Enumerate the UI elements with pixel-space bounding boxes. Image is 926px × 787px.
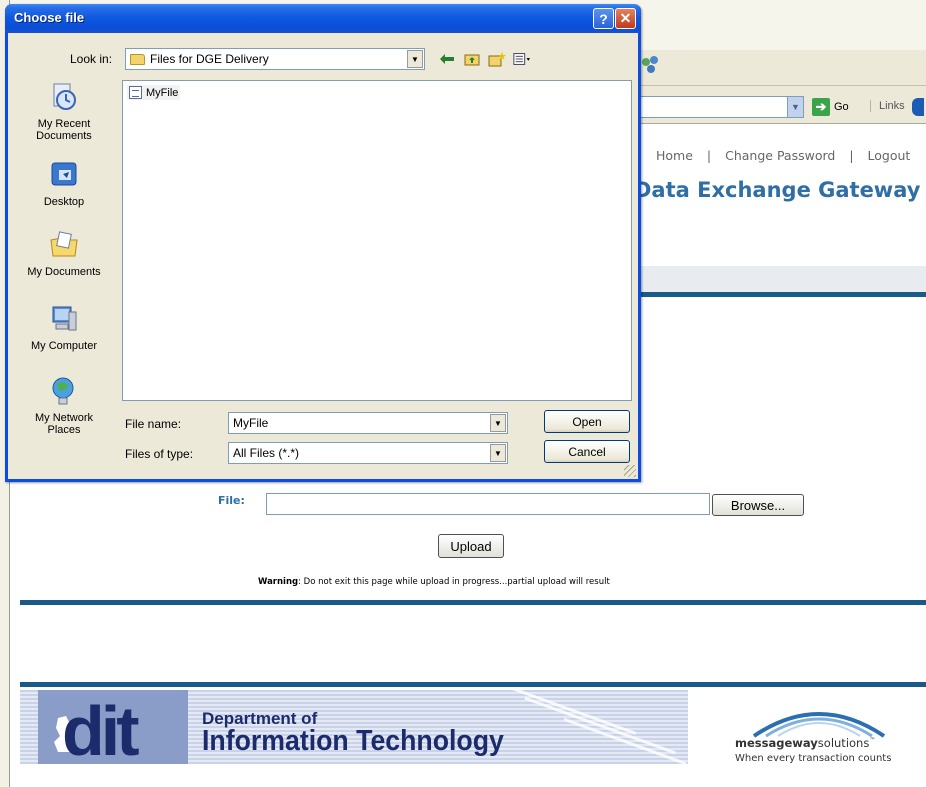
- cancel-button[interactable]: Cancel: [544, 440, 630, 463]
- files-of-type-label: Files of type:: [125, 447, 194, 461]
- dit-name-line: Information Technology: [202, 725, 504, 757]
- place-label: My Recent Documents: [36, 118, 92, 142]
- back-icon[interactable]: [438, 50, 456, 68]
- place-desktop[interactable]: Desktop: [20, 160, 108, 208]
- nav-logout-link[interactable]: Logout: [868, 148, 911, 163]
- browse-button[interactable]: Browse...: [712, 494, 804, 516]
- help-button[interactable]: ?: [593, 8, 614, 29]
- media-icon[interactable]: [640, 54, 662, 76]
- trademark-mark: ™: [869, 737, 876, 745]
- look-in-dropdown[interactable]: Files for DGE Delivery ▼: [125, 48, 425, 70]
- place-label: My Computer: [30, 340, 98, 352]
- chevron-down-icon[interactable]: ▼: [490, 444, 506, 462]
- chevron-down-icon[interactable]: ▼: [490, 414, 506, 432]
- go-arrow-icon: ➔: [812, 98, 830, 116]
- file-item-name: MyFile: [146, 86, 179, 99]
- place-recent-documents[interactable]: My Recent Documents: [20, 82, 108, 142]
- my-computer-icon: [52, 306, 77, 331]
- messageway-name-rest: solutions: [817, 736, 870, 750]
- file-name-input[interactable]: MyFile ▼: [228, 412, 508, 434]
- resize-grip[interactable]: [624, 465, 636, 477]
- go-button[interactable]: ➔ Go: [812, 96, 849, 118]
- upload-button[interactable]: Upload: [438, 534, 504, 558]
- up-folder-icon[interactable]: [463, 50, 481, 68]
- banner-decoration: [524, 696, 676, 755]
- messageway-name: messagewaysolutions™: [735, 736, 875, 750]
- files-of-type-value: All Files (*.*): [233, 446, 300, 460]
- file-icon: [129, 86, 142, 99]
- divider: [20, 682, 926, 687]
- file-label: File:: [218, 494, 245, 507]
- banner-decoration: [563, 717, 687, 764]
- look-in-value: Files for DGE Delivery: [150, 52, 269, 66]
- places-bar: My Recent Documents Desktop My Documents: [20, 80, 108, 450]
- close-button[interactable]: ✕: [615, 8, 636, 29]
- choose-file-dialog: Choose file ? ✕ Look in: Files for DGE D…: [5, 4, 641, 482]
- place-label: Desktop: [43, 196, 85, 208]
- divider: [20, 600, 926, 605]
- open-button[interactable]: Open: [544, 410, 630, 433]
- warning-message: : Do not exit this page while upload in …: [298, 577, 610, 587]
- bridge-arc-icon: [752, 712, 886, 738]
- place-label: My Network Places: [34, 412, 94, 436]
- folder-icon: [130, 53, 145, 65]
- place-label: My Documents: [27, 266, 101, 278]
- address-dropdown-icon[interactable]: ▼: [787, 97, 803, 117]
- nav-separator: |: [706, 148, 712, 163]
- nav-home-link[interactable]: Home: [656, 148, 693, 163]
- place-my-documents[interactable]: My Documents: [20, 230, 108, 278]
- top-nav: Home | Change Password | Logout: [656, 148, 910, 163]
- site-title: Data Exchange Gateway: [634, 178, 921, 202]
- messageway-name-bold: messageway: [735, 736, 818, 750]
- file-name-value: MyFile: [233, 416, 269, 430]
- network-places-icon: [52, 377, 74, 405]
- desktop-icon: [51, 162, 77, 186]
- look-in-label: Look in:: [70, 52, 113, 66]
- files-of-type-select[interactable]: All Files (*.*) ▼: [228, 442, 508, 464]
- address-bar[interactable]: ▼: [634, 96, 804, 118]
- warning-label: Warning: [258, 577, 299, 587]
- recent-documents-icon: [53, 83, 76, 110]
- messageway-tagline: When every transaction counts: [735, 753, 892, 764]
- dit-letters: dit: [62, 692, 140, 764]
- view-menu-icon[interactable]: [513, 50, 531, 68]
- divider: [634, 292, 926, 297]
- go-label: Go: [834, 101, 849, 113]
- links-toolbar[interactable]: Links: [870, 100, 905, 112]
- nav-separator: |: [849, 148, 854, 163]
- messageway-logo: messagewaysolutions™ When every transact…: [730, 698, 910, 768]
- links-overflow-icon[interactable]: [912, 98, 924, 116]
- upload-warning: Warning: Do not exit this page while upl…: [258, 577, 610, 587]
- header-band: [634, 266, 926, 292]
- place-network-places[interactable]: My Network Places: [20, 376, 108, 436]
- file-name-label: File name:: [125, 417, 182, 431]
- file-list[interactable]: MyFile: [122, 80, 632, 401]
- new-folder-icon[interactable]: [488, 50, 506, 68]
- chevron-down-icon[interactable]: ▼: [407, 50, 423, 68]
- dialog-nav-toolbar: [438, 50, 531, 68]
- dialog-titlebar[interactable]: Choose file ? ✕: [5, 4, 641, 33]
- nav-change-password-link[interactable]: Change Password: [725, 148, 835, 163]
- dit-banner: dit Department of Information Technology: [20, 690, 688, 764]
- dialog-title: Choose file: [14, 10, 85, 25]
- file-path-input[interactable]: [266, 493, 710, 515]
- file-list-item[interactable]: MyFile: [127, 85, 181, 100]
- place-my-computer[interactable]: My Computer: [20, 304, 108, 352]
- my-documents-icon: [50, 231, 78, 257]
